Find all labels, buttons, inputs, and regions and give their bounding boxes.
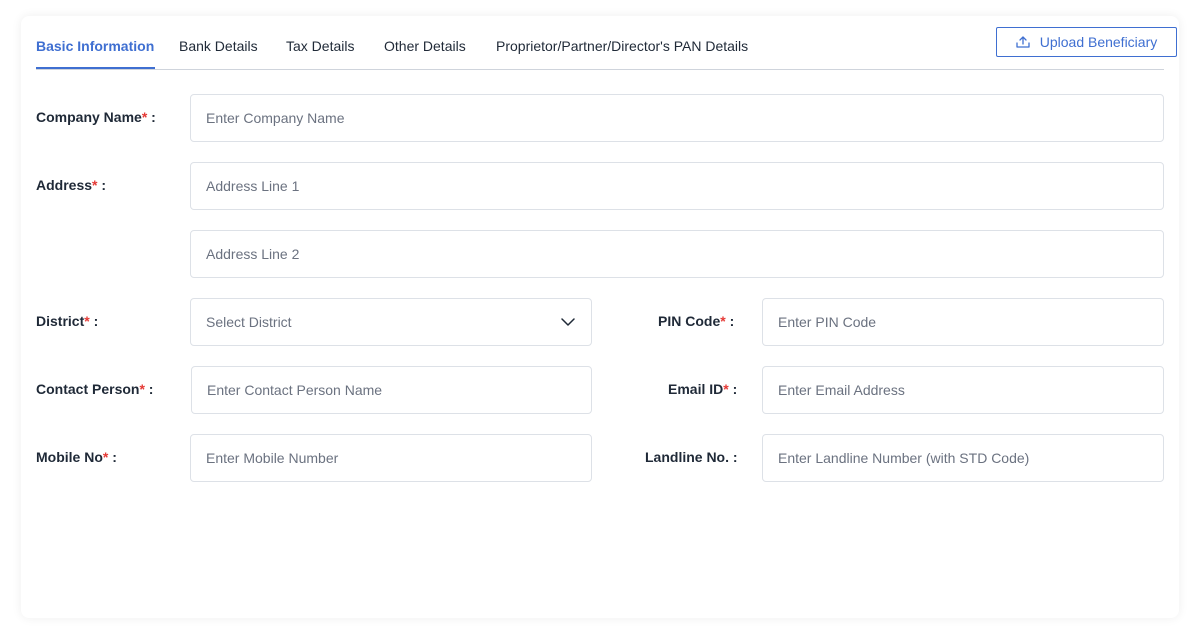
mobile-input[interactable]: Enter Mobile Number: [190, 434, 592, 482]
district-label-text: District: [36, 313, 85, 329]
district-select[interactable]: Select District: [190, 298, 592, 346]
company-name-input[interactable]: Enter Company Name: [190, 94, 1164, 142]
tab-other-details[interactable]: Other Details: [384, 38, 466, 54]
pin-code-placeholder: Enter PIN Code: [778, 314, 877, 330]
tab-bar: Basic Information Bank Details Tax Detai…: [36, 16, 1177, 70]
pin-code-label: PIN Code* :: [658, 313, 734, 329]
upload-icon: [1016, 36, 1030, 48]
tab-pan-details[interactable]: Proprietor/Partner/Director's PAN Detail…: [496, 38, 748, 54]
label-colon: :: [728, 381, 738, 397]
company-name-label: Company Name* :: [36, 109, 156, 125]
contact-person-label-text: Contact Person: [36, 381, 140, 397]
landline-placeholder: Enter Landline Number (with STD Code): [778, 450, 1030, 466]
address-label: Address* :: [36, 177, 106, 193]
landline-label: Landline No. :: [645, 449, 738, 465]
chevron-down-icon: [561, 314, 575, 330]
label-colon: :: [108, 449, 117, 465]
tab-bank-details[interactable]: Bank Details: [179, 38, 258, 54]
contact-person-label: Contact Person* :: [36, 381, 153, 397]
contact-person-placeholder: Enter Contact Person Name: [207, 382, 383, 398]
mobile-label-text: Mobile No: [36, 449, 103, 465]
label-colon: :: [89, 313, 99, 329]
email-label-text: Email ID: [668, 381, 724, 397]
pin-code-label-text: PIN Code: [658, 313, 721, 329]
email-input[interactable]: Enter Email Address: [762, 366, 1164, 414]
mobile-placeholder: Enter Mobile Number: [206, 450, 339, 466]
pin-code-input[interactable]: Enter PIN Code: [762, 298, 1164, 346]
label-colon: :: [725, 313, 735, 329]
email-placeholder: Enter Email Address: [778, 382, 905, 398]
contact-person-input[interactable]: Enter Contact Person Name: [191, 366, 592, 414]
email-label: Email ID* :: [668, 381, 737, 397]
company-name-label-text: Company Name: [36, 109, 142, 125]
landline-input[interactable]: Enter Landline Number (with STD Code): [762, 434, 1164, 482]
landline-label-text: Landline No. :: [645, 449, 738, 465]
active-tab-indicator: [36, 67, 155, 69]
upload-beneficiary-button[interactable]: Upload Beneficiary: [996, 27, 1177, 57]
district-label: District* :: [36, 313, 98, 329]
tab-tax-details[interactable]: Tax Details: [286, 38, 354, 54]
label-colon: :: [147, 109, 156, 125]
address-line1-placeholder: Address Line 1: [206, 178, 300, 194]
beneficiary-form-card: Basic Information Bank Details Tax Detai…: [21, 16, 1179, 618]
upload-button-label: Upload Beneficiary: [1039, 34, 1158, 50]
address-label-text: Address: [36, 177, 93, 193]
address-line2-input[interactable]: Address Line 2: [190, 230, 1164, 278]
address-line1-input[interactable]: Address Line 1: [190, 162, 1164, 210]
district-placeholder: Select District: [206, 314, 292, 330]
label-colon: :: [97, 177, 107, 193]
tab-basic-information[interactable]: Basic Information: [36, 38, 154, 54]
mobile-label: Mobile No* :: [36, 449, 117, 465]
company-name-placeholder: Enter Company Name: [206, 110, 345, 126]
label-colon: :: [144, 381, 154, 397]
address-line2-placeholder: Address Line 2: [206, 246, 300, 262]
